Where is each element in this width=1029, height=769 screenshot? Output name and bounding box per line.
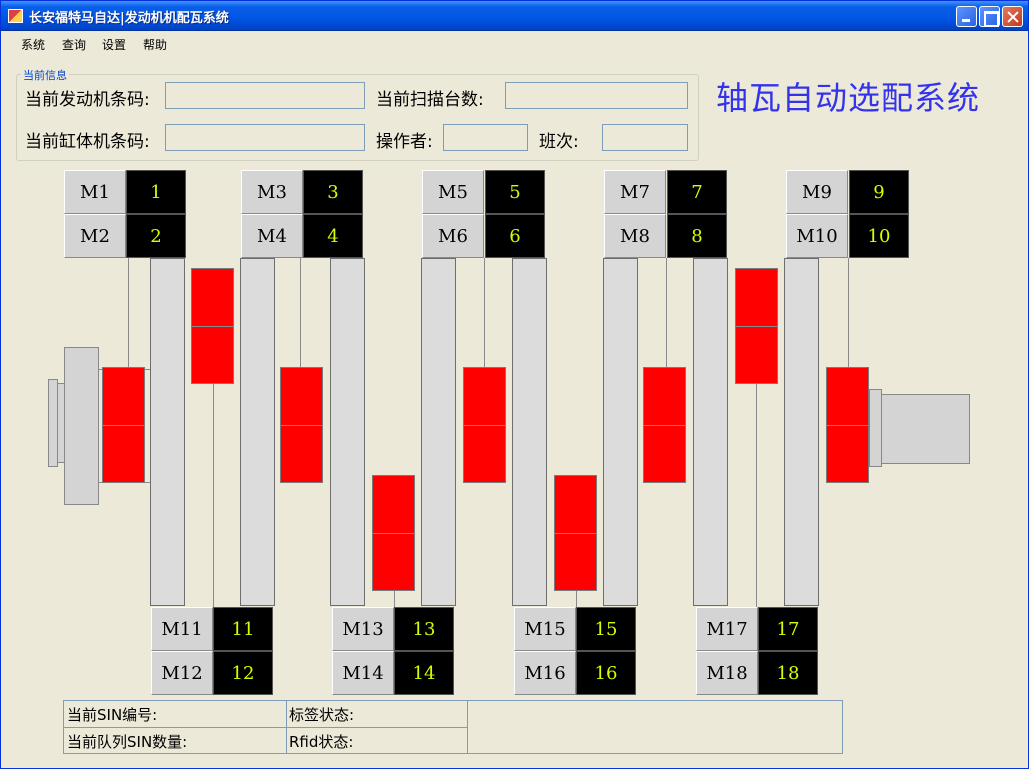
bearing-label-m4: M4 (241, 214, 303, 258)
current-info-legend: 当前信息 (21, 67, 69, 83)
shaft-end-right (881, 394, 970, 464)
table-divider (286, 700, 287, 754)
scan-count-field[interactable] (505, 82, 688, 109)
connector-line (300, 258, 301, 368)
bearing-value-m3: 3 (303, 170, 363, 214)
bearing-label-m17: M17 (696, 607, 758, 651)
bearing-label-m2: M2 (64, 214, 126, 258)
rfid-status-label: Rfid状态: (289, 733, 354, 751)
bearing-label-m5: M5 (422, 170, 484, 214)
main-window: 长安福特马自达|发动机机配瓦系统 系统 查询 设置 帮助 当前信息 当前发动机条… (0, 0, 1029, 769)
bearing-value-m7: 7 (667, 170, 727, 214)
menu-bar: 系统 查询 设置 帮助 (1, 32, 1028, 54)
menu-query[interactable]: 查询 (62, 36, 86, 53)
connector-line (666, 258, 667, 368)
table-divider (63, 727, 467, 728)
bearing-value-m9: 9 (849, 170, 909, 214)
bearing-value-m1: 1 (126, 170, 186, 214)
main-bearing-indicator (280, 367, 323, 483)
shift-label: 班次: (539, 132, 579, 152)
bearing-label-m3: M3 (241, 170, 303, 214)
menu-settings[interactable]: 设置 (102, 36, 126, 53)
bearing-value-m18: 18 (758, 651, 818, 695)
operator-label: 操作者: (376, 132, 433, 152)
crank-web (240, 258, 275, 606)
engine-barcode-label: 当前发动机条码: (25, 90, 150, 110)
bearing-label-m7: M7 (604, 170, 666, 214)
crank-web (512, 258, 547, 606)
main-bearing-indicator (826, 367, 869, 483)
bearing-label-m12: M12 (151, 651, 213, 695)
tag-status-label: 标签状态: (289, 706, 355, 724)
menu-help[interactable]: 帮助 (143, 36, 167, 53)
maximize-button[interactable] (979, 6, 1000, 27)
connector-line (576, 591, 577, 607)
crank-web (330, 258, 365, 606)
bearing-value-m2: 2 (126, 214, 186, 258)
bearing-value-m6: 6 (485, 214, 545, 258)
rod-bearing-indicator (191, 268, 234, 384)
bearing-label-m10: M10 (786, 214, 848, 258)
bearing-label-m11: M11 (151, 607, 213, 651)
bearing-label-m9: M9 (786, 170, 848, 214)
close-button[interactable] (1002, 6, 1023, 27)
crank-web (784, 258, 819, 606)
scan-count-label: 当前扫描台数: (376, 90, 484, 110)
bearing-value-m4: 4 (303, 214, 363, 258)
connector-line (756, 384, 757, 607)
connector-line (128, 258, 129, 368)
bearing-label-m16: M16 (514, 651, 576, 695)
bearing-value-m15: 15 (576, 607, 636, 651)
app-icon (8, 9, 23, 23)
bearing-label-m6: M6 (422, 214, 484, 258)
bearing-label-m13: M13 (332, 607, 394, 651)
rod-bearing-indicator (735, 268, 778, 384)
table-divider (467, 700, 468, 754)
system-title: 轴瓦自动选配系统 (716, 79, 981, 117)
rod-bearing-indicator (372, 475, 415, 591)
bearing-value-m8: 8 (667, 214, 727, 258)
bearing-value-m17: 17 (758, 607, 818, 651)
cylinder-barcode-label: 当前缸体机条码: (25, 132, 150, 152)
bearing-label-m14: M14 (332, 651, 394, 695)
menu-system[interactable]: 系统 (21, 36, 45, 53)
bearing-value-m16: 16 (576, 651, 636, 695)
connector-line (484, 258, 485, 368)
crank-web (150, 258, 185, 606)
connector-line (213, 384, 214, 607)
main-bearing-indicator (102, 367, 145, 483)
bearing-value-m10: 10 (849, 214, 909, 258)
bearing-label-m15: M15 (514, 607, 576, 651)
cylinder-barcode-field[interactable] (165, 124, 365, 151)
connector-line (848, 258, 849, 368)
bearing-label-m1: M1 (64, 170, 126, 214)
shaft-flange-left (64, 347, 99, 505)
bearing-value-m12: 12 (213, 651, 273, 695)
main-bearing-indicator (463, 367, 506, 483)
title-bar[interactable]: 长安福特马自达|发动机机配瓦系统 (1, 1, 1028, 31)
main-bearing-indicator (643, 367, 686, 483)
rod-bearing-indicator (554, 475, 597, 591)
connector-line (394, 591, 395, 607)
crank-web (421, 258, 456, 606)
minimize-button[interactable] (956, 6, 977, 27)
operator-field[interactable] (443, 124, 528, 151)
bearing-value-m5: 5 (485, 170, 545, 214)
bearing-value-m14: 14 (394, 651, 454, 695)
bearing-value-m11: 11 (213, 607, 273, 651)
window-title: 长安福特马自达|发动机机配瓦系统 (29, 11, 229, 26)
queue-sin-count-label: 当前队列SIN数量: (67, 733, 188, 751)
current-sin-label: 当前SIN编号: (67, 706, 158, 724)
bearing-label-m18: M18 (696, 651, 758, 695)
crank-web (693, 258, 728, 606)
engine-barcode-field[interactable] (165, 82, 365, 109)
crank-web (603, 258, 638, 606)
bearing-label-m8: M8 (604, 214, 666, 258)
bearing-value-m13: 13 (394, 607, 454, 651)
shift-field[interactable] (602, 124, 688, 151)
